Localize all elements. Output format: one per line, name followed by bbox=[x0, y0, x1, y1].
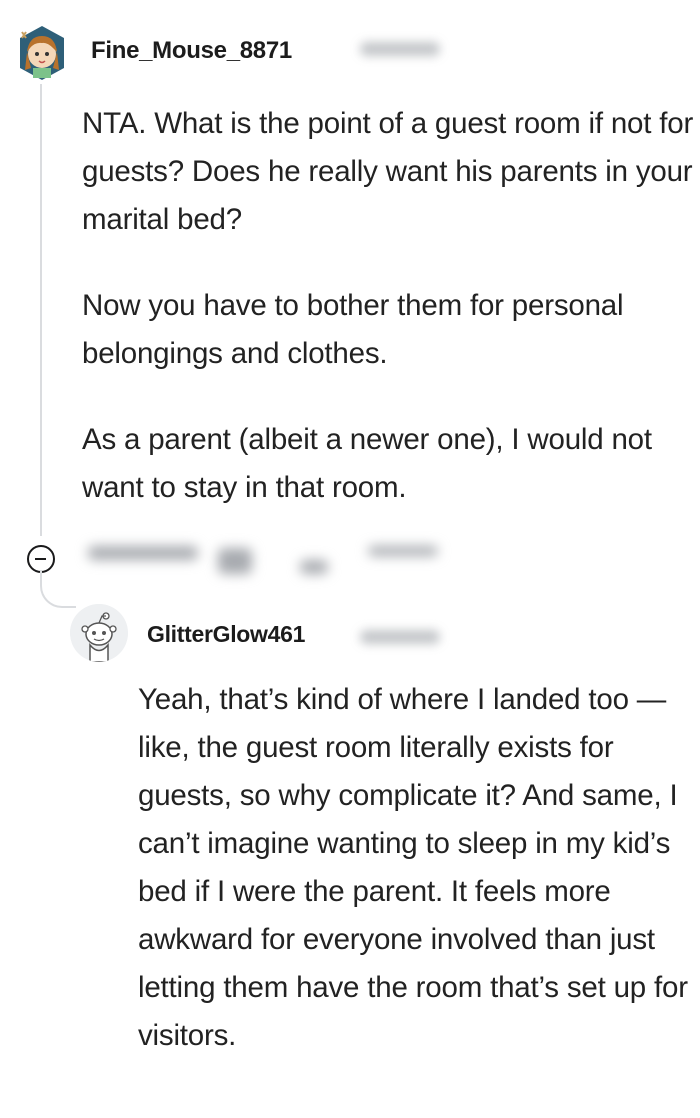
comment-metadata-blurred bbox=[360, 42, 440, 56]
reply-action-blurred[interactable] bbox=[218, 548, 252, 574]
reply-body: Yeah, that’s kind of where I landed too … bbox=[138, 683, 688, 1052]
reply-connector-line bbox=[40, 570, 76, 608]
user-avatar[interactable] bbox=[17, 24, 67, 82]
share-action-blurred[interactable] bbox=[300, 560, 328, 574]
comment-paragraph: NTA. What is the point of a guest room i… bbox=[82, 107, 694, 236]
cartoon-avatar-icon bbox=[20, 26, 64, 80]
comment-paragraph: As a parent (albeit a newer one), I woul… bbox=[82, 423, 652, 504]
reply-user-avatar[interactable] bbox=[70, 604, 128, 662]
reply-username[interactable]: GlitterGlow461 bbox=[147, 621, 305, 648]
vote-actions-blurred[interactable] bbox=[88, 546, 198, 560]
more-action-blurred[interactable] bbox=[368, 546, 438, 556]
thread-line[interactable] bbox=[40, 84, 42, 536]
collapse-minus-icon[interactable] bbox=[27, 545, 55, 573]
snoo-avatar-icon bbox=[70, 604, 128, 662]
reply-metadata-blurred bbox=[360, 630, 440, 644]
comment-paragraph: Now you have to bother them for personal… bbox=[82, 289, 624, 370]
comment-username[interactable]: Fine_Mouse_8871 bbox=[91, 37, 292, 65]
